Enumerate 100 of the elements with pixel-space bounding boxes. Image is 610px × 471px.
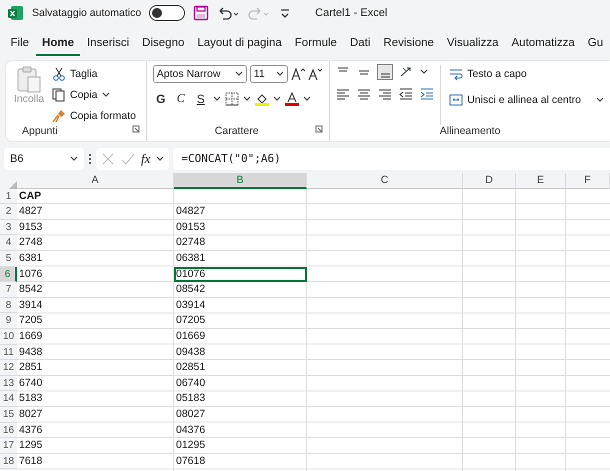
table-cell[interactable]: 09438	[174, 344, 307, 360]
table-cell[interactable]: 2748	[17, 235, 174, 251]
row-header[interactable]: 17	[0, 438, 17, 454]
row-header[interactable]: 7	[0, 282, 17, 298]
row-header[interactable]: 14	[0, 391, 17, 407]
table-cell[interactable]: 9153	[17, 220, 174, 236]
row-header[interactable]: 1	[0, 188, 17, 204]
undo-icon[interactable]	[217, 4, 240, 20]
table-cell[interactable]: 1669	[17, 328, 174, 345]
table-cell[interactable]: 5183	[17, 391, 174, 407]
table-cell[interactable]: 8027	[17, 406, 174, 422]
table-cell[interactable]: 02748	[174, 235, 307, 251]
save-icon[interactable]	[193, 4, 210, 20]
row-header[interactable]: 5	[0, 250, 17, 267]
format-painter-button[interactable]: Copia formato	[52, 107, 136, 125]
row-header[interactable]: 18	[0, 454, 17, 470]
ribbon-tab[interactable]: Gu	[581, 32, 610, 56]
underline-button[interactable]: S	[192, 92, 209, 106]
row-header[interactable]: 4	[0, 235, 17, 251]
table-cell[interactable]: 04827	[174, 204, 307, 220]
table-cell[interactable]: 4376	[17, 422, 174, 438]
table-cell[interactable]: 03914	[174, 298, 307, 314]
column-header[interactable]: C	[307, 173, 463, 189]
table-cell[interactable]: 08542	[174, 282, 307, 298]
table-cell[interactable]: 06381	[174, 250, 307, 267]
italic-button[interactable]: C	[172, 91, 189, 106]
formula-field[interactable]: =CONCAT("0";A6)	[173, 148, 610, 170]
table-cell[interactable]: 09153	[174, 220, 307, 236]
decrease-indent-icon[interactable]	[399, 87, 414, 101]
table-cell[interactable]: 7618	[17, 454, 174, 470]
table-cell[interactable]: 02851	[174, 360, 307, 376]
caret-icon[interactable]	[242, 94, 251, 102]
table-cell[interactable]: 2851	[17, 360, 174, 376]
row-header[interactable]: 13	[0, 376, 17, 392]
ribbon-tab[interactable]: Disegno	[136, 32, 191, 56]
caret-icon[interactable]	[302, 94, 311, 102]
name-box[interactable]: B6	[4, 148, 84, 170]
row-header[interactable]: 3	[0, 220, 17, 236]
ribbon-tab[interactable]: Home	[36, 32, 80, 56]
cut-button[interactable]: Taglia	[52, 65, 136, 83]
ribbon-tab[interactable]: Visualizza	[440, 32, 505, 56]
table-cell[interactable]: 01295	[174, 438, 307, 454]
caret-icon[interactable]	[272, 94, 281, 102]
table-cell[interactable]: 08027	[174, 406, 307, 422]
more-icon[interactable]	[88, 152, 92, 166]
align-left-icon[interactable]	[336, 87, 350, 101]
table-cell[interactable]: 01076	[174, 266, 307, 282]
column-header[interactable]: D	[463, 173, 516, 189]
row-header[interactable]: 9	[0, 313, 17, 329]
ribbon-tab[interactable]: File	[4, 32, 36, 56]
column-header[interactable]: A	[17, 173, 174, 189]
ribbon-tab[interactable]: Inserisci	[80, 32, 136, 56]
table-cell[interactable]: 6740	[17, 376, 174, 392]
ribbon-tab[interactable]: Formule	[288, 32, 344, 56]
row-header[interactable]: 12	[0, 360, 17, 376]
borders-icon[interactable]	[224, 92, 239, 106]
table-cell[interactable]: 06740	[174, 376, 307, 392]
font-color-icon[interactable]	[284, 92, 299, 106]
autosave-toggle[interactable]	[149, 4, 186, 20]
table-cell[interactable]: 07205	[174, 313, 307, 329]
row-header[interactable]: 6	[0, 266, 17, 282]
caret-icon[interactable]	[596, 96, 604, 104]
insert-function-button[interactable]: fx	[141, 150, 150, 168]
grow-font-icon[interactable]	[290, 67, 305, 81]
table-cell[interactable]: 6381	[17, 250, 174, 267]
row-header[interactable]: 10	[0, 328, 17, 345]
orientation-icon[interactable]	[399, 65, 414, 79]
copy-button[interactable]: Copia	[52, 86, 98, 104]
table-cell[interactable]: 1076	[17, 266, 174, 282]
table-cell[interactable]: CAP	[17, 188, 174, 204]
align-bottom-icon[interactable]	[378, 65, 392, 79]
table-cell[interactable]: 05183	[174, 391, 307, 407]
column-header[interactable]: B	[174, 173, 307, 189]
table-cell[interactable]: 01669	[174, 328, 307, 345]
ribbon-tab[interactable]: Layout di pagina	[190, 32, 288, 56]
shrink-font-icon[interactable]	[308, 67, 322, 81]
row-header[interactable]: 8	[0, 298, 17, 314]
merge-center-button[interactable]: Unisci e allinea al centro	[449, 91, 581, 109]
wrap-text-button[interactable]: Testo a capo	[449, 65, 604, 83]
fill-color-icon[interactable]	[254, 92, 269, 106]
table-cell[interactable]: 4827	[17, 204, 174, 220]
table-cell[interactable]: 7205	[17, 313, 174, 329]
row-header[interactable]: 2	[0, 204, 17, 220]
caret-icon[interactable]	[156, 154, 164, 162]
align-right-icon[interactable]	[378, 87, 392, 101]
ribbon-tab[interactable]: Dati	[343, 32, 377, 56]
caret-icon[interactable]	[420, 68, 428, 76]
table-cell[interactable]: 04376	[174, 422, 307, 438]
bold-button[interactable]: G	[152, 92, 169, 106]
increase-indent-icon[interactable]	[420, 87, 434, 101]
caret-icon[interactable]	[102, 91, 110, 99]
column-header[interactable]: E	[516, 173, 566, 189]
table-cell[interactable]: 3914	[17, 298, 174, 314]
font-name-field[interactable]: Aptos Narrow	[152, 65, 247, 83]
dialog-launcher-icon[interactable]	[315, 125, 324, 133]
row-header[interactable]: 11	[0, 344, 17, 360]
table-cell[interactable]: 1295	[17, 438, 174, 454]
font-size-field[interactable]: 11	[250, 65, 288, 83]
ribbon-tab[interactable]: Revisione	[376, 32, 440, 56]
column-header[interactable]: F	[566, 173, 610, 189]
